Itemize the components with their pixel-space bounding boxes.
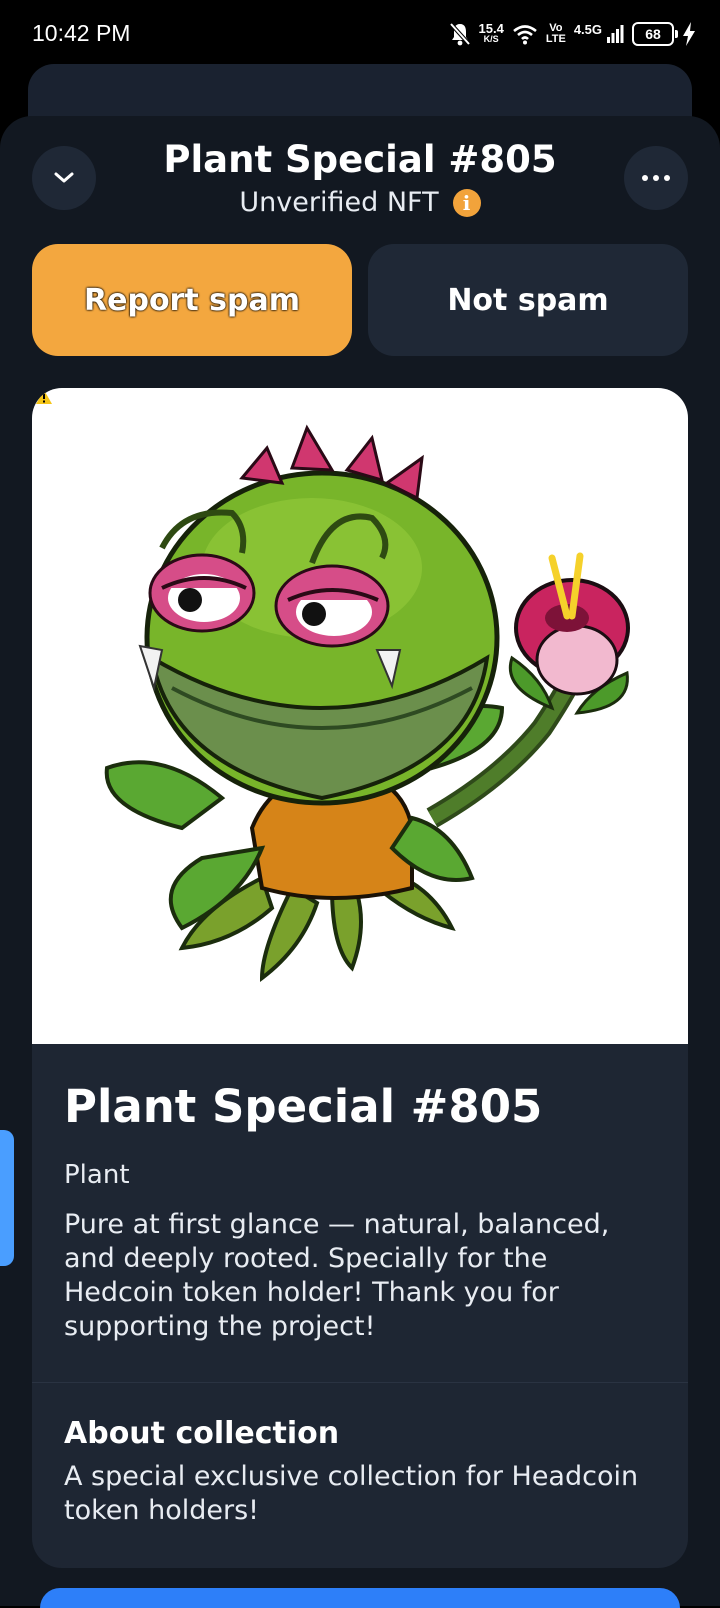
nft-category: Plant xyxy=(64,1160,130,1190)
status-icons: 15.4 K/S Vo LTE 4.5G 68 xyxy=(449,18,696,50)
about-collection-heading: About collection xyxy=(64,1416,340,1451)
nft-description: Pure at first glance — natural, balanced… xyxy=(64,1209,610,1342)
not-spam-button[interactable]: Not spam xyxy=(368,244,688,356)
status-time: 10:42 PM xyxy=(32,20,131,46)
bell-off-icon xyxy=(449,22,471,46)
verification-status: Unverified NFT i xyxy=(0,187,720,218)
battery-icon: 68 xyxy=(632,22,678,46)
charging-icon xyxy=(683,22,695,46)
signal-icon xyxy=(607,25,624,43)
section-divider xyxy=(32,1382,688,1383)
info-icon[interactable]: i xyxy=(452,188,481,217)
network-type: 4.5G xyxy=(573,21,602,37)
net-speed: 15.4 K/S xyxy=(478,21,504,44)
side-drawer-handle[interactable] xyxy=(0,1130,14,1266)
report-spam-button[interactable]: Report spam xyxy=(32,244,352,356)
nft-card: Plant Special #805 Plant Pure at first g… xyxy=(32,388,688,1568)
page-title: Plant Special #805 xyxy=(163,138,557,181)
wifi-icon xyxy=(513,25,537,45)
volte-indicator: Vo LTE xyxy=(545,22,566,45)
bottom-action-button[interactable] xyxy=(40,1588,680,1608)
about-collection-description: A special exclusive collection for Headc… xyxy=(64,1461,639,1526)
verification-label: Unverified NFT xyxy=(239,187,439,218)
nft-name: Plant Special #805 xyxy=(64,1080,543,1133)
nft-image[interactable] xyxy=(32,388,688,1044)
warning-icon xyxy=(36,390,52,404)
plant-character-illustration xyxy=(104,424,630,983)
status-bar: 10:42 PM 15.4 K/S Vo LTE 4.5G 68 xyxy=(0,0,720,66)
